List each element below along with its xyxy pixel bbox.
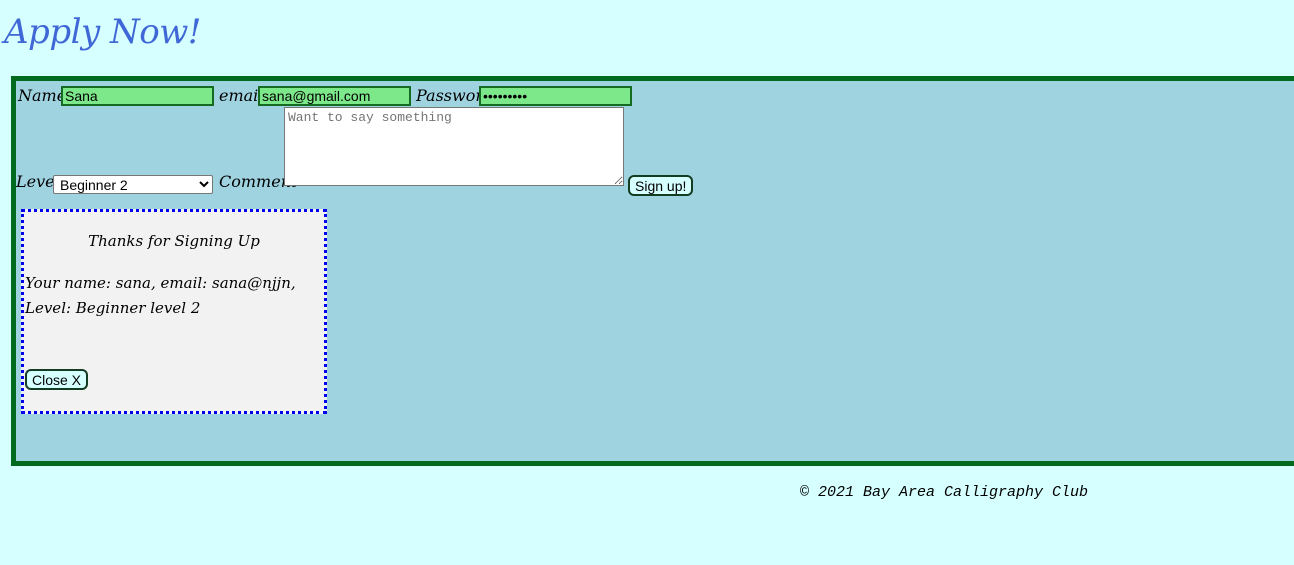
modal-message: Your name: sana, email: sana@njjn, Level… [25,274,296,317]
password-input[interactable] [479,86,632,106]
name-label: Name [18,86,67,105]
close-modal-button[interactable]: Close X [25,369,89,390]
email-input[interactable] [258,86,411,106]
comment-textarea[interactable] [284,107,624,186]
page-title: Apply Now! [4,12,201,52]
sign-up-button[interactable]: Sign up! [628,175,694,196]
modal-title: Thanks for Signing Up [88,232,260,250]
footer-copyright: © 2021 Bay Area Calligraphy Club [800,484,1089,501]
confirmation-modal: Thanks for Signing Up Your name: sana, e… [21,209,327,414]
level-select[interactable]: Beginner 2 [53,175,213,194]
name-input[interactable] [61,86,214,106]
email-label: email [219,86,264,105]
signup-form: Name email Password Level Beginner 2 Com… [11,76,1294,466]
